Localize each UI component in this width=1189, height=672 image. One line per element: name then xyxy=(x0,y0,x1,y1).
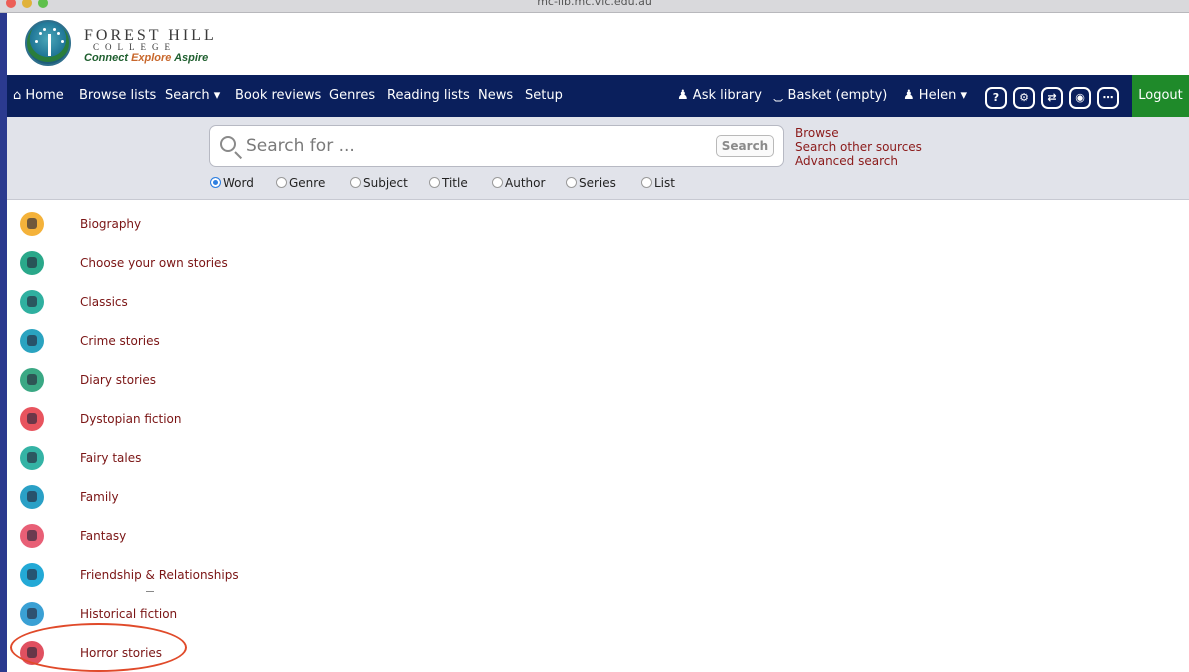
settings-icon[interactable]: ⚙ xyxy=(1013,87,1035,109)
quill-icon xyxy=(20,602,44,626)
radio-author[interactable]: Author xyxy=(492,176,545,190)
chat-person-icon: ♟ xyxy=(677,88,689,103)
nav-reading-lists[interactable]: Reading lists xyxy=(387,88,470,103)
book-icon xyxy=(20,290,44,314)
loading-icon[interactable]: ⋯ xyxy=(1097,87,1119,109)
mushroom-cloud-icon xyxy=(20,407,44,431)
search-box: Search xyxy=(209,125,784,167)
offline-icon[interactable]: ◉ xyxy=(1069,87,1091,109)
logout-button[interactable]: Logout xyxy=(1132,75,1189,117)
nav-ask-library[interactable]: ♟ Ask library xyxy=(677,88,762,103)
door-exit-icon xyxy=(20,251,44,275)
library-page: FOREST HILL COLLEGE Connect Explore Aspi… xyxy=(7,13,1189,672)
radio-empty-icon xyxy=(492,177,503,188)
genre-item-fairy-tales[interactable]: Fairy tales xyxy=(7,443,407,473)
genre-label[interactable]: Family xyxy=(80,490,119,504)
header-logo-area: FOREST HILL COLLEGE Connect Explore Aspi… xyxy=(7,13,1189,75)
diary-book-icon xyxy=(20,368,44,392)
search-icon xyxy=(220,136,236,152)
genre-label[interactable]: Biography xyxy=(80,217,141,231)
user-icon: ♟ xyxy=(903,88,915,103)
genre-label[interactable]: Horror stories xyxy=(80,646,162,660)
window-url: mc-lib.mc.vic.edu.au xyxy=(537,0,652,8)
detective-icon xyxy=(20,329,44,353)
stray-mark xyxy=(146,591,154,592)
genre-label[interactable]: Crime stories xyxy=(80,334,160,348)
genre-item-diary[interactable]: Diary stories xyxy=(7,365,407,395)
search-other-sources-link[interactable]: Search other sources xyxy=(795,140,922,154)
genre-item-biography[interactable]: Biography xyxy=(7,209,407,239)
radio-list[interactable]: List xyxy=(641,176,675,190)
nav-genres[interactable]: Genres xyxy=(329,88,375,103)
genre-item-classics[interactable]: Classics xyxy=(7,287,407,317)
college-logo-icon[interactable] xyxy=(25,20,71,66)
college-tagline: Connect Explore Aspire xyxy=(84,52,209,64)
nav-basket[interactable]: ⏡ Basket (empty) xyxy=(773,88,887,103)
basket-icon: ⏡ xyxy=(773,88,784,103)
biography-genre-icon xyxy=(20,212,44,236)
radio-title[interactable]: Title xyxy=(429,176,468,190)
help-icon[interactable]: ? xyxy=(985,87,1007,109)
radio-genre[interactable]: Genre xyxy=(276,176,325,190)
genre-item-historical[interactable]: Historical fiction xyxy=(7,599,407,629)
radio-empty-icon xyxy=(350,177,361,188)
genre-label[interactable]: Fantasy xyxy=(80,529,126,543)
nav-home[interactable]: ⌂ Home xyxy=(13,88,64,103)
radio-series[interactable]: Series xyxy=(566,176,616,190)
heart-icon xyxy=(20,563,44,587)
castle-icon xyxy=(20,446,44,470)
window-titlebar: mc-lib.mc.vic.edu.au xyxy=(0,0,1189,13)
radio-empty-icon xyxy=(276,177,287,188)
genre-label[interactable]: Dystopian fiction xyxy=(80,412,182,426)
nav-setup[interactable]: Setup xyxy=(525,88,563,103)
browse-link[interactable]: Browse xyxy=(795,126,922,140)
nav-news[interactable]: News xyxy=(478,88,513,103)
search-button[interactable]: Search xyxy=(716,135,774,157)
genre-label[interactable]: Classics xyxy=(80,295,128,309)
home-icon: ⌂ xyxy=(13,88,22,103)
genre-label[interactable]: Friendship & Relationships xyxy=(80,568,239,582)
nav-user-menu[interactable]: ♟ Helen ▾ xyxy=(903,88,967,103)
radio-empty-icon xyxy=(566,177,577,188)
college-subtitle: COLLEGE xyxy=(93,42,176,52)
ghost-icon xyxy=(20,641,44,665)
radio-selected-icon xyxy=(210,177,221,188)
genre-item-choose-your-own[interactable]: Choose your own stories xyxy=(7,248,407,278)
family-icon xyxy=(20,485,44,509)
genre-item-family[interactable]: Family xyxy=(7,482,407,512)
genre-label[interactable]: Diary stories xyxy=(80,373,156,387)
genre-item-fantasy[interactable]: Fantasy xyxy=(7,521,407,551)
genre-label[interactable]: Fairy tales xyxy=(80,451,141,465)
radio-word[interactable]: Word xyxy=(210,176,254,190)
genre-item-friendship[interactable]: Friendship & Relationships xyxy=(7,560,407,590)
search-input[interactable] xyxy=(246,134,696,158)
search-links: Browse Search other sources Advanced sea… xyxy=(795,126,922,168)
genre-item-horror[interactable]: Horror stories xyxy=(7,638,407,668)
advanced-search-link[interactable]: Advanced search xyxy=(795,154,922,168)
genre-item-dystopian[interactable]: Dystopian fiction xyxy=(7,404,407,434)
nav-browse-lists[interactable]: Browse lists xyxy=(79,88,156,103)
genre-label[interactable]: Choose your own stories xyxy=(80,256,228,270)
nav-book-reviews[interactable]: Book reviews xyxy=(235,88,321,103)
radio-empty-icon xyxy=(429,177,440,188)
radio-subject[interactable]: Subject xyxy=(350,176,408,190)
genre-item-crime[interactable]: Crime stories xyxy=(7,326,407,356)
search-band: Search Browse Search other sources Advan… xyxy=(7,117,1189,200)
nav-search-menu[interactable]: Search ▾ xyxy=(165,88,220,103)
main-navbar: ⌂ Home Browse lists Search ▾ Book review… xyxy=(7,75,1189,117)
genre-label[interactable]: Historical fiction xyxy=(80,607,177,621)
switch-icon[interactable]: ⇄ xyxy=(1041,87,1063,109)
radio-empty-icon xyxy=(641,177,652,188)
crystal-ball-icon xyxy=(20,524,44,548)
